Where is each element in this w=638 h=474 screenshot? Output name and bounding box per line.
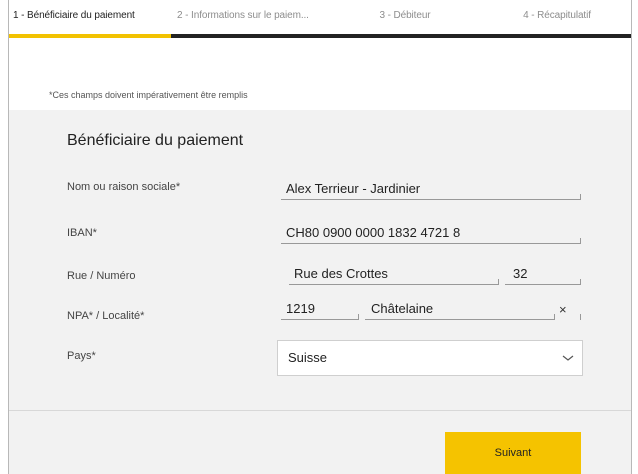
tab-label: 2 - Informations sur le paiem...: [177, 10, 309, 21]
section-title: Bénéficiaire du paiement: [67, 132, 244, 149]
field-edge: [498, 279, 499, 285]
field-edge: [554, 314, 555, 320]
name-label: Nom ou raison sociale*: [67, 181, 181, 193]
field-edge: [580, 194, 581, 200]
tab-indicator: [327, 34, 483, 38]
payment-wizard: 1 - Bénéficiaire du paiement 2 - Informa…: [8, 0, 632, 474]
tab-indicator: [483, 34, 631, 38]
wizard-tabs: 1 - Bénéficiaire du paiement 2 - Informa…: [9, 0, 631, 38]
iban-label: IBAN*: [67, 227, 97, 239]
npa-city-label: NPA* / Localité*: [67, 310, 145, 322]
field-edge: [580, 314, 581, 320]
iban-field[interactable]: CH80 0900 0000 1832 4721 8: [281, 224, 581, 244]
country-label: Pays*: [67, 350, 96, 362]
chevron-down-icon: [562, 355, 574, 361]
tab-label: 1 - Bénéficiaire du paiement: [13, 10, 135, 21]
field-edge: [580, 238, 581, 244]
npa-field[interactable]: 1219: [281, 300, 359, 320]
city-field[interactable]: Châtelaine: [365, 300, 555, 320]
required-fields-note: *Ces champs doivent impérativement être …: [49, 90, 248, 100]
tab-indicator: [171, 34, 327, 38]
field-edge: [358, 314, 359, 320]
tab-beneficiary[interactable]: 1 - Bénéficiaire du paiement: [9, 0, 171, 38]
house-number-field[interactable]: 32: [505, 265, 581, 285]
tab-payment-info[interactable]: 2 - Informations sur le paiem...: [171, 0, 327, 38]
street-label: Rue / Numéro: [67, 270, 136, 282]
country-value: Suisse: [288, 350, 328, 365]
tab-indicator: [9, 34, 171, 38]
tab-debtor[interactable]: 3 - Débiteur: [327, 0, 483, 38]
tab-label: 3 - Débiteur: [379, 10, 431, 21]
field-edge: [580, 279, 581, 285]
tab-label: 4 - Récapitulatif: [523, 10, 591, 21]
name-field[interactable]: Alex Terrieur - Jardinier: [281, 180, 581, 200]
street-field[interactable]: Rue des Crottes: [289, 265, 499, 285]
clear-icon[interactable]: ×: [559, 302, 567, 317]
country-select[interactable]: Suisse: [277, 340, 583, 376]
tab-summary[interactable]: 4 - Récapitulatif: [483, 0, 631, 38]
next-button[interactable]: Suivant: [445, 432, 581, 474]
